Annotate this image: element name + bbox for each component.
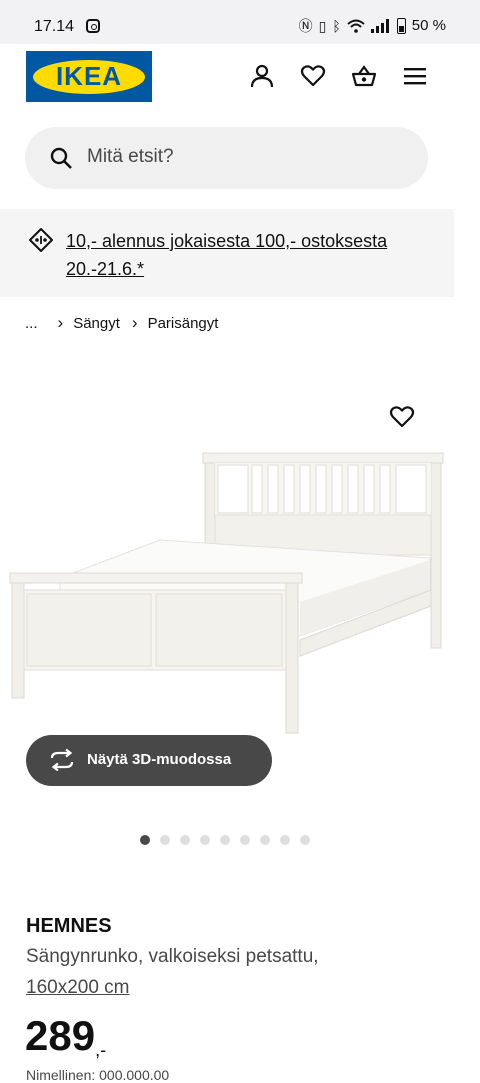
product-price: 289,- [25,1012,106,1061]
article-number: Nimellinen: 000.000.00 [26,1067,170,1083]
breadcrumb-item-double-beds[interactable]: Parisängyt [148,315,219,332]
bluetooth-icon: ᛒ [332,17,341,34]
logo-text: IKEA [55,61,123,91]
battery-percent: 50 % [411,17,446,34]
signal-icon [370,18,389,33]
search-input[interactable]: Mitä etsit? [25,127,428,189]
basket-icon[interactable] [351,63,377,89]
logo-oval: IKEA [33,59,145,94]
nfc-icon: Ⓝ [298,17,313,34]
breadcrumb-ellipsis[interactable]: ... [25,315,38,332]
breadcrumb-item-beds[interactable]: Sängyt [73,315,120,332]
discount-tag-icon [29,228,53,252]
search-placeholder: Mitä etsit? [87,146,174,167]
price-value: 289 [25,1012,96,1059]
battery-icon [396,17,406,34]
add-to-wishlist-button[interactable] [389,404,415,430]
status-time: 17.14 [34,18,75,35]
view-3d-label: Näytä 3D-muodossa [87,751,232,768]
pagination-dot[interactable] [160,835,170,845]
heart-icon[interactable] [300,63,326,89]
chevron-right-icon: › [57,313,64,332]
pagination-dot[interactable] [200,835,210,845]
product-image-bed [9,452,444,734]
gallery-pagination [140,835,310,845]
view-3d-button[interactable]: Näytä 3D-muodossa [26,735,272,786]
heart-icon [389,406,415,428]
vibrate-icon: ▯ [318,17,327,34]
chevron-right-icon: › [131,313,138,332]
price-suffix: ,- [95,1040,107,1060]
status-bar: 17.14 Ⓝ ▯ ᛒ 50 % [0,0,480,44]
breadcrumb: ... › Sängyt › Parisängyt [25,313,218,333]
promo-link[interactable]: 10,- alennus jokaisesta 100,- ostoksesta… [66,227,426,283]
search-icon [50,147,72,169]
rotate-3d-icon [50,749,74,771]
pagination-dot[interactable] [240,835,250,845]
pagination-dot[interactable] [180,835,190,845]
status-icons: Ⓝ ▯ ᛒ 50 % [299,17,446,34]
product-name: HEMNES [26,915,112,937]
pagination-dot[interactable] [220,835,230,845]
instagram-icon [86,19,100,33]
pagination-dot[interactable] [280,835,290,845]
account-icon[interactable] [249,63,275,89]
product-description: Sängynrunko, valkoiseksi petsattu, [26,946,319,967]
menu-icon[interactable] [402,63,428,89]
pagination-dot[interactable] [140,835,150,845]
wifi-icon [347,19,365,33]
ikea-logo[interactable]: IKEA [26,51,152,102]
pagination-dot[interactable] [260,835,270,845]
product-size-link[interactable]: 160x200 cm [26,977,130,999]
pagination-dot[interactable] [300,835,310,845]
